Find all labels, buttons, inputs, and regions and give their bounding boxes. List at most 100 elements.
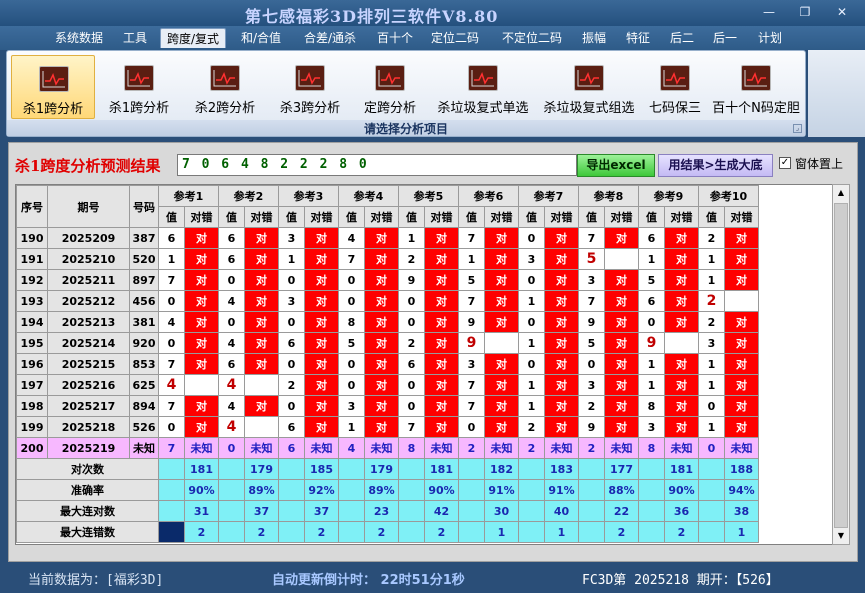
menu-item-7[interactable]: 定位二码 bbox=[425, 28, 485, 48]
ref-value: 0 bbox=[158, 416, 185, 438]
table-row[interactable]: 197 2025216 625 4 4 2 对 0 对 0 对 7 对 1 对 3 对 1 对 1 对 bbox=[16, 374, 759, 396]
ribbon-tool-7[interactable]: 杀垃圾复式组选 bbox=[537, 55, 641, 119]
ref-value: 3 bbox=[698, 332, 725, 354]
hit-cell: 对 bbox=[424, 416, 459, 438]
table-row[interactable]: 192 2025211 897 7 对 0 对 0 对 0 对 9 对 5 对 0 对 3 对 5 对 1 对 bbox=[16, 269, 759, 291]
row-seq: 194 bbox=[16, 311, 48, 333]
table-row[interactable]: 195 2025214 920 0 对 4 对 6 对 5 对 2 对 9 1 对 5 对 9 3 对 bbox=[16, 332, 759, 354]
result-unknown: 未知 bbox=[664, 437, 699, 459]
row-period: 2025217 bbox=[47, 395, 130, 417]
stat-spacer bbox=[698, 479, 725, 501]
stat-value: 38 bbox=[724, 500, 759, 522]
stay-on-top-checkbox[interactable]: ✓ bbox=[779, 157, 791, 169]
ref-value: 7 bbox=[458, 290, 485, 312]
table-row[interactable]: 190 2025209 387 6 对 6 对 3 对 4 对 1 对 7 对 0 对 7 对 6 对 2 对 bbox=[16, 227, 759, 249]
menu-item-3[interactable]: 跨度/复式 bbox=[160, 28, 226, 48]
hit-cell: 对 bbox=[424, 311, 459, 333]
stat-value: 179 bbox=[364, 458, 399, 480]
hit-cell: 对 bbox=[604, 395, 639, 417]
hit-cell: 对 bbox=[724, 311, 759, 333]
col-header-result: 对错 bbox=[604, 206, 639, 228]
hit-cell: 对 bbox=[664, 248, 699, 270]
table-row[interactable]: 191 2025210 520 1 对 6 对 1 对 7 对 2 对 1 对 3 对 5 1 对 1 对 bbox=[16, 248, 759, 270]
ribbon-tool-2[interactable]: 杀1跨分析 bbox=[97, 55, 181, 119]
menu-item-9[interactable]: 振幅 bbox=[576, 28, 612, 48]
generate-base-button[interactable]: 用结果>生成大底 bbox=[658, 154, 773, 177]
menu-item-5[interactable]: 合差/通杀 bbox=[296, 28, 364, 48]
ref-value: 0 bbox=[278, 269, 305, 291]
ref-value: 4 bbox=[338, 227, 365, 249]
menu-item-2[interactable]: 工具 bbox=[118, 28, 152, 48]
menu-item-1[interactable]: 系统数据 bbox=[50, 28, 108, 48]
menu-item-6[interactable]: 百十个 bbox=[372, 28, 418, 48]
menu-item-10[interactable]: 特征 bbox=[620, 28, 656, 48]
ribbon-tool-4[interactable]: 杀3跨分析 bbox=[269, 55, 351, 119]
menu-item-12[interactable]: 后一 bbox=[707, 28, 743, 48]
hit-cell: 对 bbox=[244, 269, 279, 291]
result-field[interactable]: 7 0 6 4 8 2 2 2 8 0 bbox=[177, 154, 577, 176]
row-seq: 199 bbox=[16, 416, 48, 438]
col-header-period: 期号 bbox=[47, 185, 130, 228]
table-row[interactable]: 194 2025213 381 4 对 0 对 0 对 8 对 0 对 9 对 0 对 9 对 0 对 2 对 bbox=[16, 311, 759, 333]
table-row[interactable]: 199 2025218 526 0 对 4 6 对 1 对 7 对 0 对 2 对 9 对 3 对 1 对 bbox=[16, 416, 759, 438]
analysis-grid[interactable]: 序号 期号 号码 参考1 参考2 参考3 参考4 参考5 参考6 参考7 参考8 参考9 参考10 值对错… bbox=[15, 184, 838, 545]
ref-value: 0 bbox=[338, 290, 365, 312]
ribbon-tool-8[interactable]: 七码保三 bbox=[643, 55, 707, 119]
hit-cell: 对 bbox=[724, 269, 759, 291]
stat-spacer bbox=[338, 458, 365, 480]
col-header-value: 值 bbox=[398, 206, 425, 228]
result-unknown: 未知 bbox=[184, 437, 219, 459]
hit-cell: 对 bbox=[424, 227, 459, 249]
menu-item-4[interactable]: 和/合值 bbox=[234, 28, 288, 48]
menu-item-11[interactable]: 后二 bbox=[664, 28, 700, 48]
ref-value: 0 bbox=[158, 290, 185, 312]
scroll-up-icon[interactable]: ▲ bbox=[833, 185, 849, 201]
hit-cell: 对 bbox=[544, 395, 579, 417]
stat-value: 2 bbox=[664, 521, 699, 543]
row-period: 2025214 bbox=[47, 332, 130, 354]
vertical-scrollbar[interactable]: ▲ ▼ bbox=[832, 184, 850, 545]
row-seq: 190 bbox=[16, 227, 48, 249]
stat-value: 2 bbox=[364, 521, 399, 543]
hit-cell: 对 bbox=[304, 395, 339, 417]
hit-cell: 对 bbox=[304, 290, 339, 312]
stat-value: 181 bbox=[424, 458, 459, 480]
ribbon-tool-3[interactable]: 杀2跨分析 bbox=[183, 55, 267, 119]
prediction-row[interactable]: 200 2025219 未知 7 未知 0 未知 6 未知 4 未知 8 未知 2 未知 2 未知 2 未知 8 未知 0… bbox=[16, 437, 759, 459]
stat-value: 37 bbox=[304, 500, 339, 522]
stat-spacer bbox=[458, 458, 485, 480]
table-row[interactable]: 196 2025215 853 7 对 6 对 0 对 0 对 6 对 3 对 0 对 0 对 1 对 1 对 bbox=[16, 353, 759, 375]
stat-spacer bbox=[578, 458, 605, 480]
ref-value: 1 bbox=[158, 248, 185, 270]
row-period: 2025219 bbox=[47, 437, 130, 459]
stat-value: 90% bbox=[664, 479, 699, 501]
menu-item-8[interactable]: 不定位二码 bbox=[495, 28, 569, 48]
ribbon-expand-icon[interactable]: ⌟ bbox=[793, 124, 802, 133]
col-header-value: 值 bbox=[458, 206, 485, 228]
stat-value: 22 bbox=[604, 500, 639, 522]
ref-value: 7 bbox=[398, 416, 425, 438]
menu-item-13[interactable]: 计划 bbox=[752, 28, 788, 48]
ribbon-tool-6[interactable]: 杀垃圾复式单选 bbox=[431, 55, 535, 119]
table-row[interactable]: 193 2025212 456 0 对 4 对 3 对 0 对 0 对 7 对 1 对 7 对 6 对 2 bbox=[16, 290, 759, 312]
stat-spacer bbox=[458, 500, 485, 522]
export-excel-button[interactable]: 导出excel bbox=[577, 154, 655, 177]
ribbon-tool-1[interactable]: 杀1跨分析 bbox=[11, 55, 95, 119]
scroll-down-icon[interactable]: ▼ bbox=[833, 528, 849, 544]
ref-value: 1 bbox=[638, 353, 665, 375]
minimize-button[interactable]: — bbox=[755, 2, 783, 22]
row-number: 456 bbox=[129, 290, 159, 312]
result-unknown: 未知 bbox=[604, 437, 639, 459]
ref-value: 0 bbox=[338, 353, 365, 375]
scroll-thumb[interactable] bbox=[834, 203, 848, 528]
restore-button[interactable]: ❐ bbox=[791, 2, 819, 22]
table-row[interactable]: 198 2025217 894 7 对 4 对 0 对 3 对 0 对 7 对 1 对 2 对 8 对 0 对 bbox=[16, 395, 759, 417]
ref-value: 0 bbox=[518, 227, 545, 249]
close-button[interactable]: ✕ bbox=[828, 2, 856, 22]
ref-value: 2 bbox=[698, 311, 725, 333]
chart-icon bbox=[210, 65, 240, 91]
ribbon-tool-9[interactable]: 百十个N码定胆 bbox=[709, 55, 803, 119]
ribbon-tool-5[interactable]: 定跨分析 bbox=[353, 55, 427, 119]
window-title: 第七感福彩3D排列三软件V8.80 bbox=[245, 7, 499, 26]
col-header-ref-3: 参考3 bbox=[278, 185, 339, 207]
